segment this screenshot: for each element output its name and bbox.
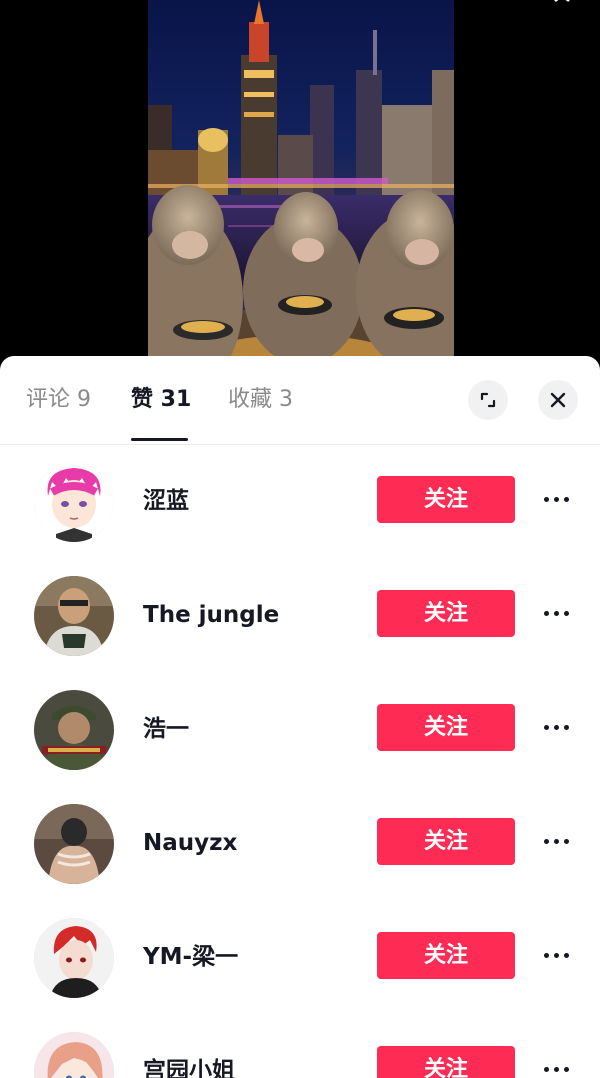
user-name[interactable]: Nauyzx [143, 829, 237, 857]
avatar[interactable] [34, 804, 114, 884]
tab-likes[interactable]: 赞 31 [131, 386, 191, 414]
tab-comments[interactable]: 评论 9 [26, 386, 91, 414]
list-item: YM-梁一 关注 [0, 900, 600, 1014]
tab-bar: 评论 9 赞 31 收藏 3 [0, 356, 600, 445]
user-name[interactable]: 宫园小姐 [143, 1057, 235, 1078]
more-dots-icon[interactable] [540, 943, 576, 967]
more-dots-icon[interactable] [540, 1057, 576, 1078]
user-name[interactable]: 涩蓝 [143, 487, 189, 515]
list-item: 宫园小姐 关注 [0, 1014, 600, 1078]
list-item: 浩一 关注 [0, 672, 600, 786]
likes-panel: 评论 9 赞 31 收藏 3 涩蓝 关注 The jungle 关注 浩一 关注… [0, 356, 600, 1078]
avatar[interactable] [34, 918, 114, 998]
active-tab-indicator [131, 438, 188, 441]
follow-button[interactable]: 关注 [377, 1046, 515, 1078]
user-name[interactable]: The jungle [143, 601, 279, 629]
more-dots-icon[interactable] [540, 829, 576, 853]
user-name[interactable]: YM-梁一 [143, 943, 238, 971]
follow-button[interactable]: 关注 [377, 704, 515, 751]
avatar[interactable] [34, 462, 114, 542]
list-item: 涩蓝 关注 [0, 444, 600, 558]
more-dots-icon[interactable] [540, 487, 576, 511]
follow-button[interactable]: 关注 [377, 590, 515, 637]
user-name[interactable]: 浩一 [143, 715, 189, 743]
avatar[interactable] [34, 690, 114, 770]
video-thumbnail-image [148, 0, 454, 370]
list-item: The jungle 关注 [0, 558, 600, 672]
follow-button[interactable]: 关注 [377, 932, 515, 979]
avatar[interactable] [34, 576, 114, 656]
close-icon [550, 392, 566, 408]
expand-button[interactable] [468, 380, 508, 420]
video-close-icon[interactable] [548, 0, 578, 14]
follow-button[interactable]: 关注 [377, 818, 515, 865]
follow-button[interactable]: 关注 [377, 476, 515, 523]
video-frame [148, 0, 454, 370]
more-dots-icon[interactable] [540, 601, 576, 625]
more-dots-icon[interactable] [540, 715, 576, 739]
expand-icon [480, 392, 496, 408]
video-player[interactable] [0, 0, 600, 370]
avatar[interactable] [34, 1032, 114, 1078]
tab-favorites[interactable]: 收藏 3 [228, 386, 293, 414]
close-panel-button[interactable] [538, 380, 578, 420]
list-item: Nauyzx 关注 [0, 786, 600, 900]
